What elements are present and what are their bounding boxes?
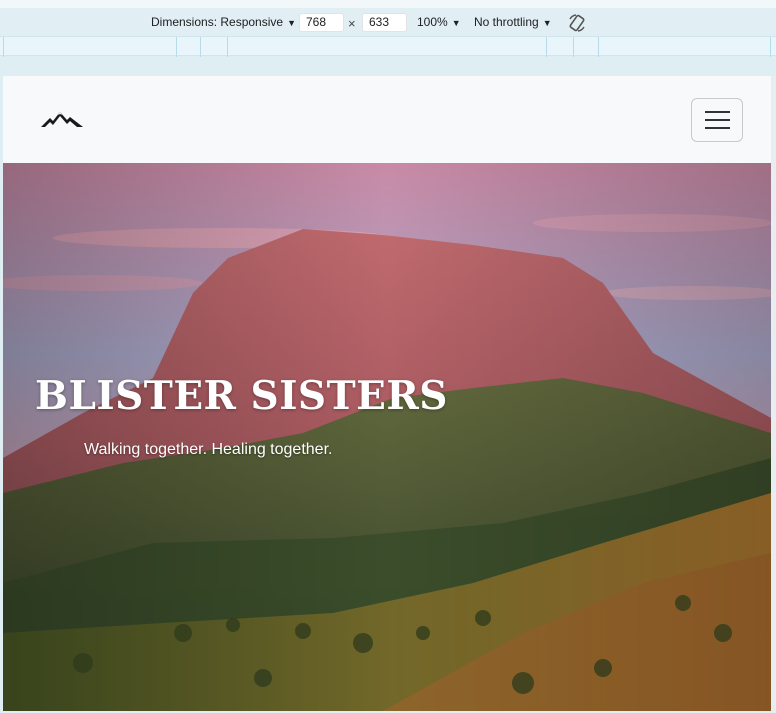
media-query-ruler: [0, 36, 776, 57]
device-toolbar: Dimensions: Responsive ▼ 768 × 633 100% ▼ …: [0, 8, 776, 36]
chevron-down-icon: ▼: [542, 18, 552, 28]
chevron-down-icon: ▼: [287, 18, 296, 28]
dimensions-label: Dimensions: Responsive: [151, 15, 284, 29]
ruler-segment[interactable]: [176, 37, 177, 57]
rotate-icon[interactable]: [567, 13, 587, 33]
menu-toggle-button[interactable]: [691, 98, 743, 142]
hero-subtitle: Walking together. Healing together.: [84, 441, 333, 458]
ruler-segment[interactable]: [200, 37, 201, 57]
chevron-down-icon: ▼: [451, 18, 461, 28]
ruler-segment[interactable]: [573, 37, 574, 57]
site-navbar: [3, 76, 771, 163]
hamburger-line: [705, 127, 730, 129]
height-input[interactable]: 633: [362, 13, 407, 32]
ruler-segment[interactable]: [546, 37, 547, 57]
zoom-dropdown[interactable]: 100% ▼: [417, 15, 461, 29]
ruler-segment[interactable]: [598, 37, 599, 57]
devtools-top-strip: [0, 0, 776, 8]
mountain-logo-icon[interactable]: [41, 110, 83, 128]
throttling-dropdown[interactable]: No throttling ▼: [474, 15, 552, 29]
ruler-segment[interactable]: [3, 37, 4, 57]
hamburger-line: [705, 119, 730, 121]
dimensions-dropdown[interactable]: Dimensions: Responsive ▼: [151, 15, 296, 29]
hero-mountain-image: [3, 163, 771, 711]
device-viewport: BLISTER SISTERS Walking together. Healin…: [3, 76, 771, 711]
hero-title: BLISTER SISTERS: [35, 373, 448, 419]
hero-section: BLISTER SISTERS Walking together. Healin…: [3, 163, 771, 711]
hamburger-line: [705, 111, 730, 113]
throttling-label: No throttling: [474, 15, 539, 29]
ruler-segment[interactable]: [227, 37, 228, 57]
ruler-segment[interactable]: [770, 37, 771, 57]
viewport-resize-gutter[interactable]: [771, 76, 776, 713]
width-input[interactable]: 768: [299, 13, 344, 32]
times-separator: ×: [348, 16, 356, 31]
zoom-label: 100%: [417, 15, 448, 29]
